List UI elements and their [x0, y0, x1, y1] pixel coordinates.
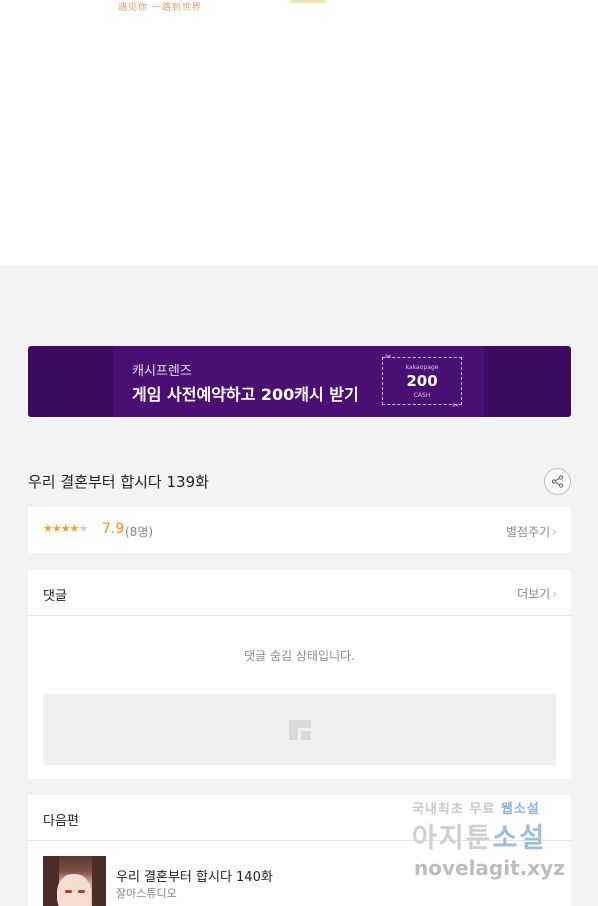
comments-heading: 댓글: [43, 589, 67, 604]
watermark-tagline-text: 국내최초 무료: [412, 802, 501, 817]
comments-card: 댓글 더보기 › 댓글 숨김 상태입니다.: [28, 570, 571, 779]
chevron-right-icon: ›: [552, 587, 557, 601]
next-episode-title[interactable]: 우리 결혼부터 합시다 140화: [116, 866, 273, 885]
comment-input-area[interactable]: [43, 694, 556, 765]
art-decoration: [290, 0, 326, 3]
episode-title: 우리 결혼부터 합시다 139화: [28, 473, 209, 491]
share-button[interactable]: [544, 468, 571, 495]
thumb-eye: [78, 890, 85, 893]
ticket-brand: kakaopage: [405, 364, 439, 371]
thumb-hair-right: [92, 856, 106, 906]
banner-brand: 캐시프렌즈: [132, 364, 192, 379]
scissor-icon: ✂: [452, 401, 459, 410]
thumb-face: [57, 874, 91, 906]
comment-logo-icon: [289, 720, 311, 740]
rating-card: ★★★★★ 7.9 (8명) 별점주기 ›: [28, 507, 571, 553]
watermark-logo-accent: 소설: [492, 823, 547, 854]
comments-more-button[interactable]: 더보기 ›: [517, 585, 557, 602]
watermark-logo-prefix: 아지툰: [412, 823, 493, 854]
ticket-cash-label: CASH: [413, 392, 431, 399]
site-watermark: 국내최초 무료 웹소설 아지툰소설 novelagit.xyz: [412, 798, 582, 888]
rating-score: 7.9: [102, 521, 125, 537]
chevron-right-icon: ›: [552, 525, 557, 539]
banner-headline: 게임 사전예약하고 200캐시 받기: [132, 385, 359, 404]
rate-label: 별점주기: [506, 525, 551, 539]
rating-count: (8명): [125, 525, 154, 539]
ticket-amount: 200: [406, 372, 438, 390]
divider: [28, 615, 571, 616]
stars-empty: ★: [78, 522, 88, 535]
share-icon: [551, 475, 564, 488]
cash-friends-banner[interactable]: 캐시프렌즈 게임 사전예약하고 200캐시 받기 kakaopage 200 C…: [28, 346, 571, 417]
episode-art-bottom: 遇见你 一路到世界: [0, 0, 598, 266]
thumb-eye: [65, 890, 72, 893]
next-episode-heading: 다음편: [43, 814, 79, 829]
next-episode-studio: 잘아스튜디오: [116, 887, 177, 900]
scissor-icon: ✂: [385, 352, 392, 361]
more-label: 더보기: [517, 587, 551, 601]
comments-hidden-message: 댓글 숨김 상태입니다.: [244, 649, 355, 663]
watermark-tagline: 국내최초 무료 웹소설: [412, 798, 540, 817]
watermark-tagline-accent: 웹소설: [500, 802, 540, 817]
stars-filled: ★★★★: [43, 522, 79, 535]
star-rating: ★★★★★: [43, 522, 88, 535]
cash-ticket: kakaopage 200 CASH ✂ ✂: [382, 352, 462, 410]
watermark-logo-text: 아지툰소설: [412, 816, 546, 855]
art-caption: 遇见你 一路到世界: [118, 3, 202, 13]
watermark-url: novelagit.xyz: [414, 856, 565, 880]
next-episode-thumbnail[interactable]: [43, 856, 106, 906]
rate-button[interactable]: 별점주기 ›: [506, 523, 557, 540]
